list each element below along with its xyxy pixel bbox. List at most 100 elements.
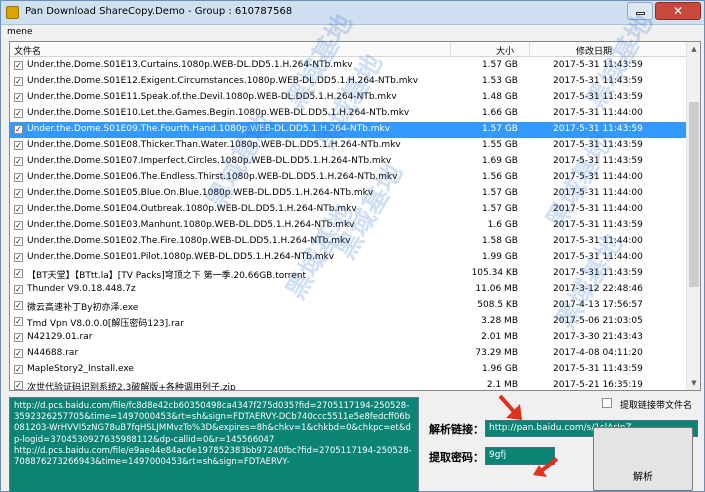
file-date: 2017-4-08 04:11:20 (553, 348, 643, 358)
file-name: Under.the.Dome.S01E05.Blue.On.Blue.1080p… (27, 188, 374, 198)
table-row[interactable]: ✓ Under.the.Dome.S01E08.Thicker.Than.Wate… (10, 138, 686, 154)
table-row[interactable]: ✓ Under.the.Dome.S01E10.Let.the.Games.Beg… (10, 106, 686, 122)
file-date: 2017-5-31 11:43:59 (553, 364, 643, 374)
row-checkbox[interactable]: ✓ (14, 253, 23, 262)
row-checkbox[interactable]: ✓ (14, 317, 23, 326)
file-name: N42129.01.rar (27, 332, 93, 342)
row-checkbox[interactable]: ✓ (14, 269, 23, 278)
file-size: 1.69 GB (481, 156, 518, 166)
file-size: 1.56 GB (481, 172, 518, 182)
file-name: 微云高速补丁By初亦泽.exe (27, 303, 139, 313)
file-size: 1.57 GB (481, 188, 518, 198)
row-checkbox[interactable]: ✓ (14, 93, 23, 102)
scroll-up-icon[interactable]: ▲ (687, 42, 700, 56)
file-name: Under.the.Dome.S01E08.Thicker.Than.Water… (27, 140, 401, 150)
table-row[interactable]: ✓ Under.the.Dome.S01E06.The.Endless.Thirs… (10, 170, 686, 186)
file-name: 次世代验证码识别系统2.3破解版+各种调用列子.zip (27, 383, 236, 391)
row-checkbox[interactable]: ✓ (14, 237, 23, 246)
row-checkbox[interactable]: ✓ (14, 365, 23, 374)
table-row[interactable]: ✓ 次世代验证码识别系统2.3破解版+各种调用列子.zip 2.1 MB 2017-5… (10, 378, 686, 391)
window-title: Pan Download ShareCopy.Demo - Group : 61… (25, 6, 293, 17)
parse-button[interactable]: 解析 (593, 427, 693, 491)
file-size: 1.96 GB (481, 364, 518, 374)
row-checkbox[interactable]: ✓ (14, 61, 23, 70)
column-header-size[interactable]: 大小 (496, 44, 514, 57)
row-checkbox[interactable]: ✓ (14, 205, 23, 214)
row-checkbox[interactable]: ✓ (14, 301, 23, 310)
column-divider[interactable] (529, 42, 530, 57)
file-name: Under.the.Dome.S01E06.The.Endless.Thirst… (27, 172, 398, 182)
keep-filename-checkbox[interactable] (602, 398, 612, 408)
file-size: 508.5 KB (477, 300, 518, 310)
row-checkbox[interactable]: ✓ (14, 285, 23, 294)
table-row[interactable]: ✓ Tmd Vpn V8.0.0.0[解压密码123].rar 3.28 MB 201… (10, 314, 686, 330)
file-name: Thunder V9.0.18.448.7z (27, 284, 136, 294)
file-size: 1.57 GB (481, 124, 518, 134)
download-links-text: http://d.pcs.baidu.com/file/fc8d8e42cb60… (14, 401, 412, 468)
file-size: 1.57 GB (481, 60, 518, 70)
scroll-down-icon[interactable]: ▼ (687, 376, 700, 390)
keep-filename-label: 提取链接带文件名 (620, 401, 693, 411)
table-row[interactable]: ✓ 微云高速补丁By初亦泽.exe 508.5 KB 2017-4-13 17:56:… (10, 298, 686, 314)
file-name: Tmd Vpn V8.0.0.0[解压密码123].rar (27, 319, 184, 329)
row-checkbox[interactable]: ✓ (14, 349, 23, 358)
row-checkbox[interactable]: ✓ (14, 157, 23, 166)
table-row[interactable]: ✓ Under.the.Dome.S01E07.Imperfect.Circles… (10, 154, 686, 170)
table-row[interactable]: ✓ Under.the.Dome.S01E01.Pilot.1080p.WEB-D… (10, 250, 686, 266)
table-row[interactable]: ✓ Under.the.Dome.S01E02.The.Fire.1080p.WE… (10, 234, 686, 250)
table-row[interactable]: ✓ N44688.rar 73.29 MB 2017-4-08 04:11:20 (10, 346, 686, 362)
file-name: MapleStory2_Install.exe (27, 364, 134, 374)
minimize-button[interactable] (627, 2, 653, 20)
vertical-scrollbar[interactable]: ▲ ▼ (686, 42, 700, 390)
table-row[interactable]: ✓ Under.the.Dome.S01E04.Outbreak.1080p.WE… (10, 202, 686, 218)
column-header-date[interactable]: 修改日期 (576, 44, 612, 57)
row-checkbox[interactable]: ✓ (14, 141, 23, 150)
file-date: 2017-5-31 11:43:59 (553, 220, 643, 230)
table-row[interactable]: ✓ Under.the.Dome.S01E05.Blue.On.Blue.1080… (10, 186, 686, 202)
file-date: 2017-5-06 21:03:05 (553, 316, 643, 326)
table-row[interactable]: ✓ N42129.01.rar 2.01 MB 2017-3-30 21:43:43 (10, 330, 686, 346)
file-date: 2017-5-31 11:43:59 (553, 124, 643, 134)
table-row[interactable]: ✓ Under.the.Dome.S01E11.Speak.of.the.Devi… (10, 90, 686, 106)
file-date: 2017-5-31 11:44:00 (553, 172, 643, 182)
file-size: 1.53 GB (481, 76, 518, 86)
file-size: 2.01 MB (481, 332, 518, 342)
table-row[interactable]: ✓ MapleStory2_Install.exe 1.96 GB 2017-5-31… (10, 362, 686, 378)
table-row[interactable]: ✓ Under.the.Dome.S01E13.Curtains.1080p.WE… (10, 58, 686, 74)
parse-button-label: 解析 (633, 472, 653, 483)
close-button[interactable]: ✕ (655, 2, 701, 20)
table-row[interactable]: ✓ Thunder V9.0.18.448.7z 11.06 MB 2017-3-12… (10, 282, 686, 298)
file-name: Under.the.Dome.S01E12.Exigent.Circumstan… (27, 76, 419, 86)
row-checkbox[interactable]: ✓ (14, 125, 23, 134)
menu-item-mene[interactable]: mene (7, 27, 33, 37)
column-header-name[interactable]: 文件名 (14, 44, 41, 57)
app-window: Pan Download ShareCopy.Demo - Group : 61… (0, 0, 705, 492)
file-date: 2017-5-31 11:43:59 (553, 268, 643, 278)
row-checkbox[interactable]: ✓ (14, 221, 23, 230)
file-size: 2.1 MB (486, 380, 518, 390)
file-size: 1.55 GB (481, 140, 518, 150)
row-checkbox[interactable]: ✓ (14, 189, 23, 198)
table-row[interactable]: ✓ 【BT天堂】【BTtt.la】[TV Packs]穹顶之下 第一季.20.66… (10, 266, 686, 282)
file-size: 105.34 KB (471, 268, 518, 278)
file-name: Under.the.Dome.S01E10.Let.the.Games.Begi… (27, 108, 410, 118)
file-date: 2017-5-31 11:44:00 (553, 108, 643, 118)
table-row[interactable]: ✓ Under.the.Dome.S01E09.The.Fourth.Hand.1… (10, 122, 686, 138)
file-size: 1.6 GB (487, 220, 518, 230)
file-name: Under.the.Dome.S01E11.Speak.of.the.Devil… (27, 92, 397, 102)
row-checkbox[interactable]: ✓ (14, 77, 23, 86)
row-checkbox[interactable]: ✓ (14, 109, 23, 118)
row-checkbox[interactable]: ✓ (14, 333, 23, 342)
title-bar[interactable]: Pan Download ShareCopy.Demo - Group : 61… (1, 1, 704, 25)
download-links-output[interactable]: http://d.pcs.baidu.com/file/fc8d8e42cb60… (9, 397, 419, 492)
file-name: Under.the.Dome.S01E01.Pilot.1080p.WEB-DL… (27, 252, 335, 262)
row-checkbox[interactable]: ✓ (14, 381, 23, 390)
row-checkbox[interactable]: ✓ (14, 173, 23, 182)
scrollbar-thumb[interactable] (689, 102, 699, 287)
table-row[interactable]: ✓ Under.the.Dome.S01E12.Exigent.Circumsta… (10, 74, 686, 90)
annotation-arrow-icon (498, 394, 522, 420)
file-date: 2017-3-12 22:48:46 (553, 284, 643, 294)
table-row[interactable]: ✓ Under.the.Dome.S01E03.Manhunt.1080p.WEB… (10, 218, 686, 234)
close-icon: ✕ (673, 4, 684, 18)
column-divider[interactable] (450, 42, 451, 57)
